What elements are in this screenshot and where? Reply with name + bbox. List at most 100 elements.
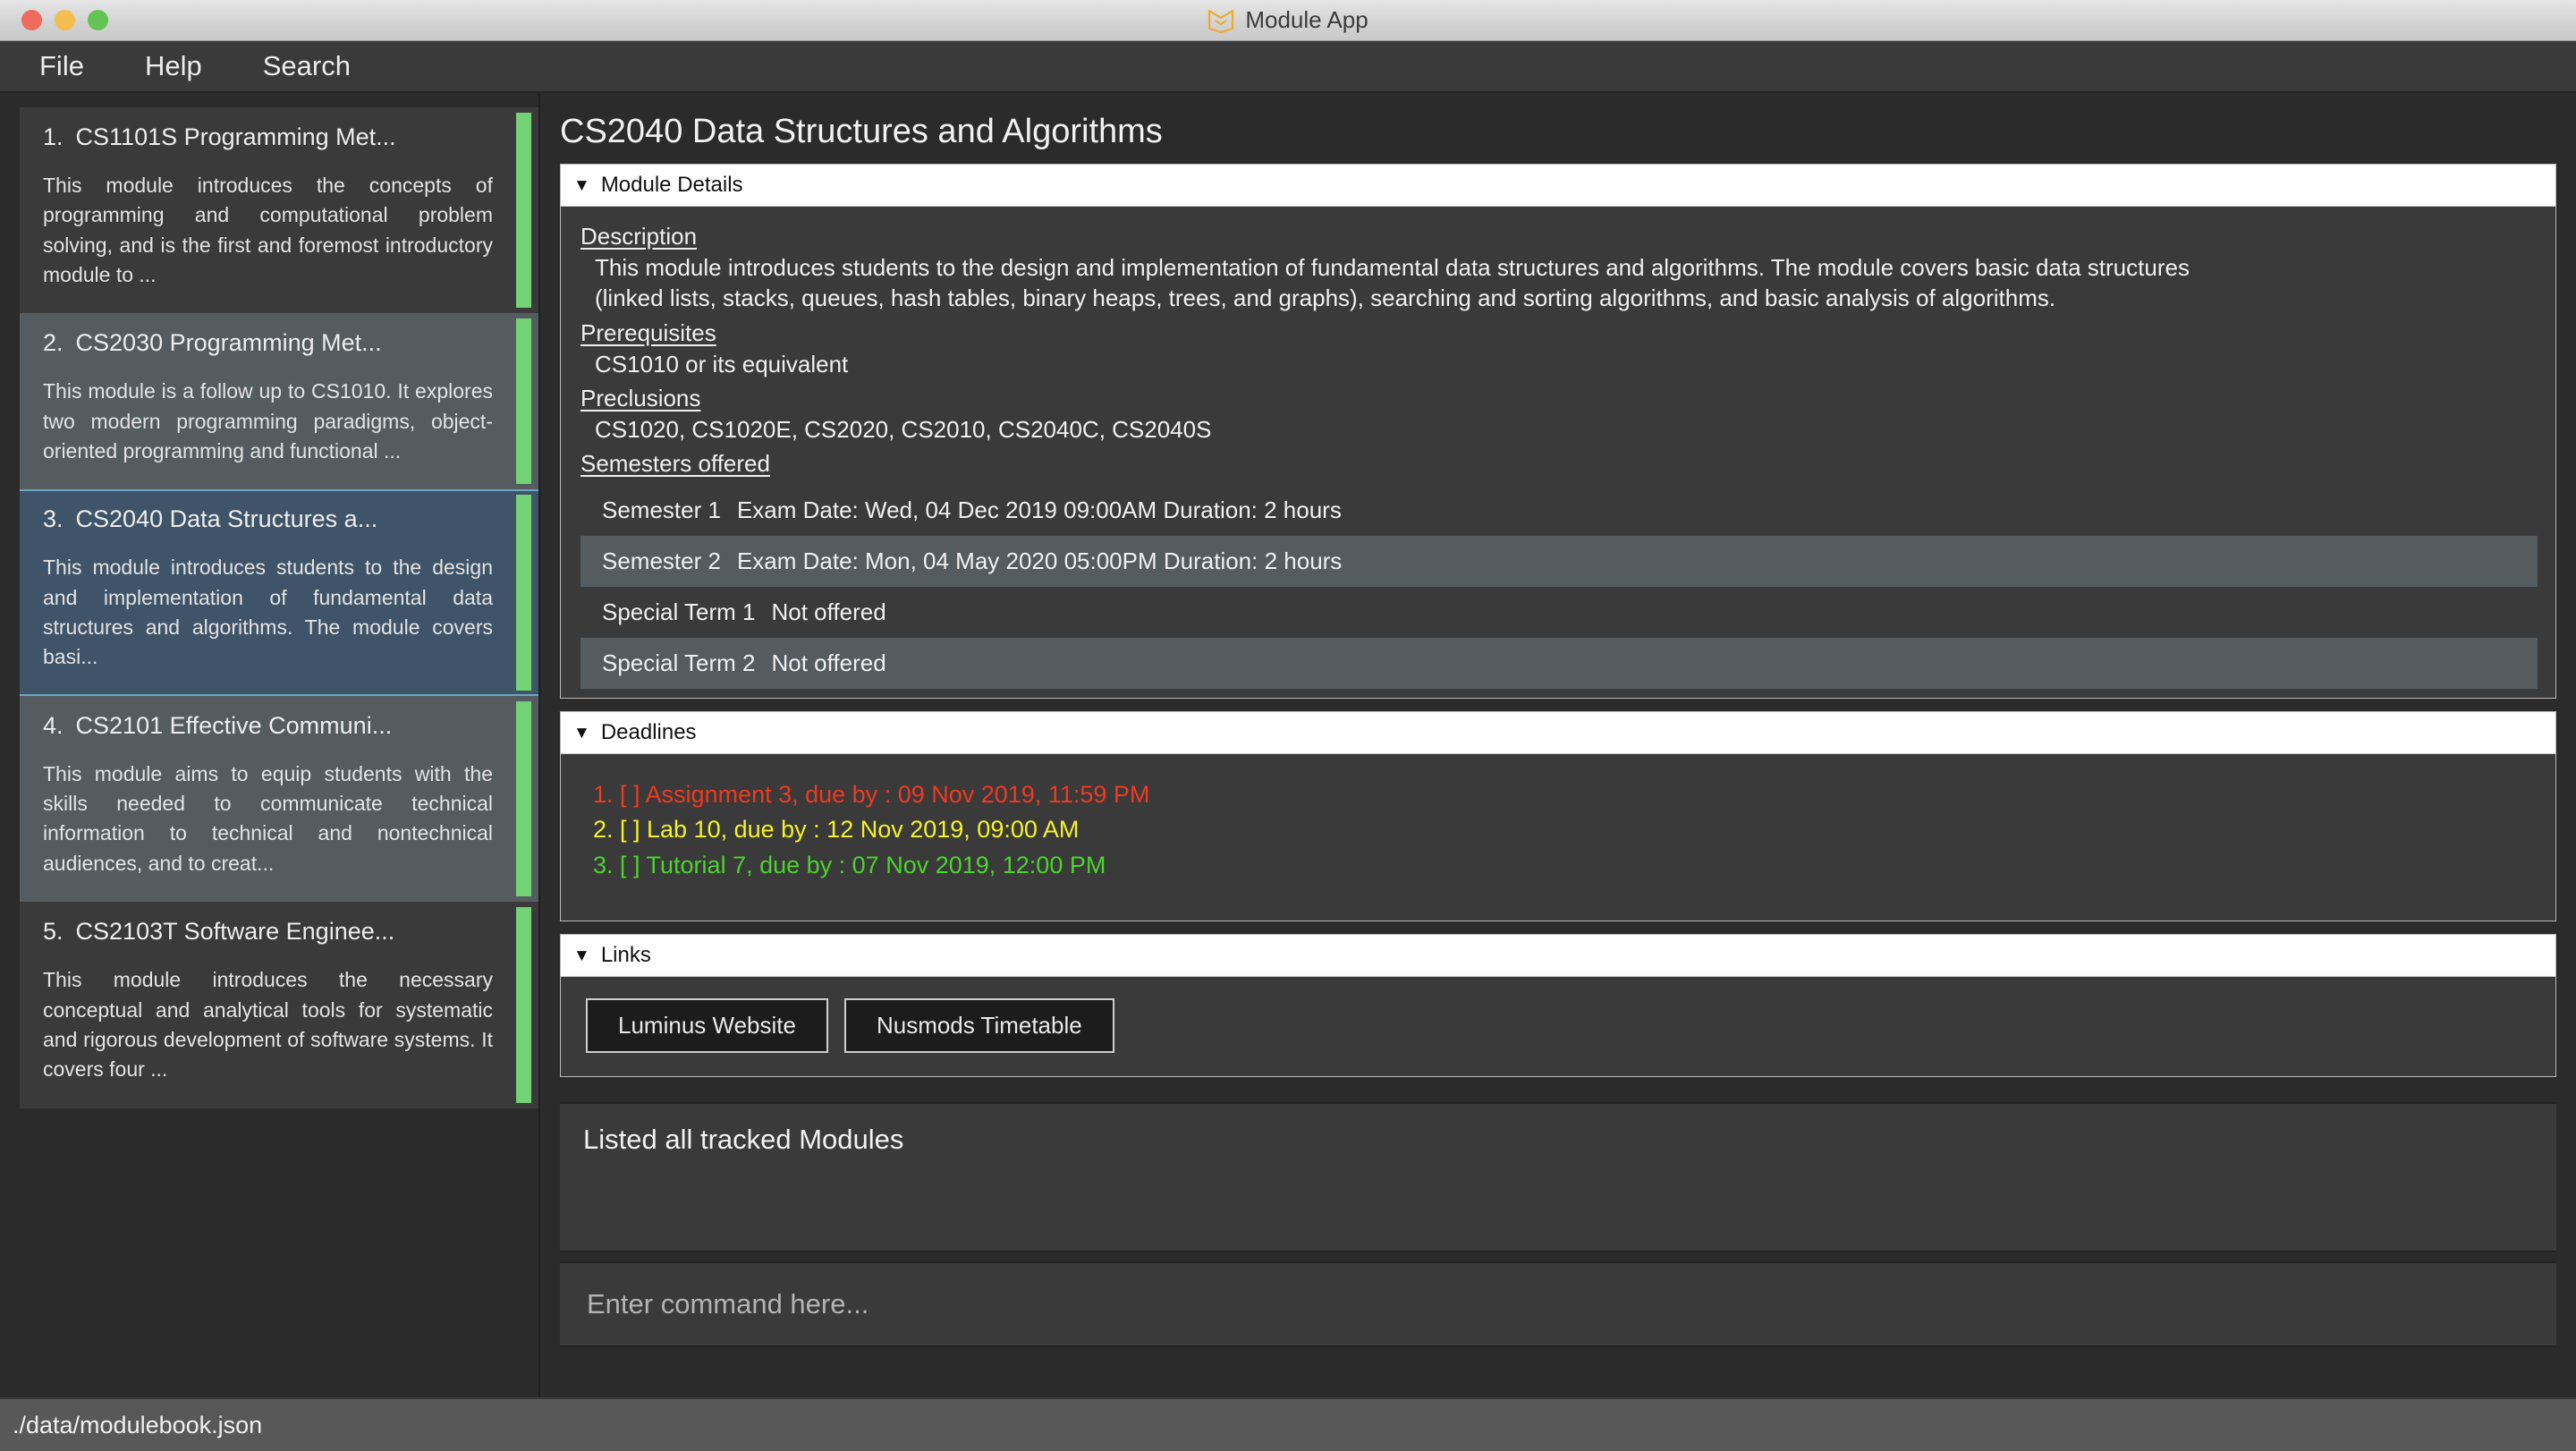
luminus-website-button[interactable]: Luminus Website: [586, 998, 828, 1053]
module-index: 3.: [43, 505, 64, 532]
scrollbar-thumb[interactable]: [516, 113, 531, 308]
module-list-panel[interactable]: 1. CS1101S Programming Met... This module…: [0, 93, 540, 1397]
semester-name: Special Term 2: [602, 649, 756, 676]
scrollbar-thumb[interactable]: [516, 907, 531, 1102]
menu-item-file[interactable]: File: [30, 47, 93, 86]
status-bar: ./data/modulebook.json: [0, 1397, 2576, 1451]
preclusions-text: CS1020, CS1020E, CS2020, CS2010, CS2040C…: [580, 414, 2538, 445]
module-name: CS2040 Data Structures a...: [76, 505, 378, 532]
nusmods-timetable-button[interactable]: Nusmods Timetable: [844, 998, 1114, 1053]
triangle-down-icon[interactable]: ▼: [573, 177, 590, 194]
window-controls: [0, 10, 108, 30]
module-card-body: 4. CS2101 Effective Communi... This modul…: [20, 698, 516, 900]
close-button[interactable]: [21, 10, 42, 30]
module-description: This module is a follow up to CS1010. It…: [43, 377, 493, 466]
deadlines-section: ▼ Deadlines 1. [ ] Assignment 3, due by …: [560, 711, 2556, 921]
menu-bar: File Help Search: [0, 41, 2576, 93]
semester-detail: Not offered: [772, 598, 886, 625]
description-text: This module introduces students to the d…: [580, 252, 2538, 314]
module-details-body: Description This module introduces stude…: [561, 207, 2555, 698]
module-name: CS1101S Programming Met...: [76, 123, 396, 150]
semester-row: Semester 2 Exam Date: Mon, 04 May 2020 05…: [580, 536, 2538, 587]
module-card-body: 2. CS2030 Programming Met... This module …: [20, 315, 516, 488]
module-list: 1. CS1101S Programming Met... This module…: [20, 107, 538, 1108]
module-card-body: 5. CS2103T Software Enginee... This modul…: [20, 904, 516, 1106]
app-window: Module App File Help Search 1. CS1101S Pr…: [0, 0, 2576, 1451]
book-icon: [1208, 8, 1234, 33]
module-detail-panel: CS2040 Data Structures and Algorithms ▼ …: [540, 93, 2576, 1397]
module-description: This module introduces the concepts of p…: [43, 171, 493, 290]
module-card-body: 3. CS2040 Data Structures a... This modul…: [20, 491, 516, 693]
body-split: 1. CS1101S Programming Met... This module…: [0, 93, 2576, 1397]
module-card-body: 1. CS1101S Programming Met... This module…: [20, 109, 516, 311]
scrollbar-thumb[interactable]: [516, 701, 531, 896]
links-section: ▼ Links Luminus Website Nusmods Timetabl…: [560, 934, 2556, 1077]
semester-row: Special Term 1 Not offered: [580, 587, 2538, 638]
module-title: 5. CS2103T Software Enginee...: [43, 918, 493, 946]
window-title: Module App: [1245, 6, 1368, 34]
semester-detail: Not offered: [772, 649, 886, 676]
command-input[interactable]: [587, 1288, 2529, 1320]
module-index: 2.: [43, 329, 64, 356]
section-stack: ▼ Module Details Description This module…: [540, 164, 2576, 1090]
status-file-path: ./data/modulebook.json: [13, 1412, 262, 1439]
triangle-down-icon[interactable]: ▼: [573, 725, 590, 742]
prerequisites-text: CS1010 or its equivalent: [580, 349, 2538, 379]
module-index: 4.: [43, 712, 64, 739]
minimize-button[interactable]: [55, 10, 75, 30]
module-title: 4. CS2101 Effective Communi...: [43, 712, 493, 740]
module-name: CS2030 Programming Met...: [76, 329, 382, 356]
links-header[interactable]: ▼ Links: [561, 935, 2555, 977]
module-index: 5.: [43, 918, 64, 945]
title-bar: Module App: [0, 0, 2576, 41]
scrollbar-thumb[interactable]: [516, 318, 531, 484]
semester-rows: Semester 1Exam Date: Wed, 04 Dec 2019 09…: [580, 485, 2538, 689]
scrollbar-thumb[interactable]: [516, 495, 531, 690]
list-item-selected[interactable]: 3. CS2040 Data Structures a... This modul…: [20, 489, 538, 695]
module-header: CS2040 Data Structures and Algorithms: [540, 93, 2576, 164]
semester-detail: Exam Date: Mon, 04 May 2020 05:00PM Dura…: [737, 547, 1342, 574]
window-title-group: Module App: [0, 0, 2576, 40]
command-box[interactable]: [560, 1261, 2556, 1347]
menu-item-help[interactable]: Help: [136, 47, 211, 86]
semesters-offered-heading: Semesters offered: [580, 450, 2538, 478]
deadlines-title: Deadlines: [601, 720, 697, 745]
module-title: 1. CS1101S Programming Met...: [43, 123, 493, 151]
module-name: CS2103T Software Enginee...: [76, 918, 395, 945]
page-title: CS2040 Data Structures and Algorithms: [560, 113, 2576, 151]
result-display: Listed all tracked Modules: [560, 1102, 2556, 1252]
list-item[interactable]: 1. CS1101S Programming Met... This module…: [20, 107, 538, 313]
module-description: This module introduces students to the d…: [43, 553, 493, 672]
module-index: 1.: [43, 123, 64, 150]
preclusions-heading: Preclusions: [580, 385, 2538, 412]
deadlines-body: 1. [ ] Assignment 3, due by : 09 Nov 201…: [561, 754, 2555, 921]
description-heading: Description: [580, 223, 2538, 250]
semester-row: Special Term 2 Not offered: [580, 638, 2538, 689]
links-title: Links: [601, 943, 651, 968]
deadline-item[interactable]: 2. [ ] Lab 10, due by : 12 Nov 2019, 09:…: [593, 812, 2530, 847]
prerequisites-heading: Prerequisites: [580, 319, 2538, 347]
module-details-section: ▼ Module Details Description This module…: [560, 164, 2556, 699]
semester-detail: Exam Date: Wed, 04 Dec 2019 09:00AM Dura…: [737, 496, 1342, 523]
module-title: 3. CS2040 Data Structures a...: [43, 505, 493, 533]
list-item[interactable]: 4. CS2101 Effective Communi... This modul…: [20, 696, 538, 902]
triangle-down-icon[interactable]: ▼: [573, 947, 590, 964]
list-item[interactable]: 5. CS2103T Software Enginee... This modul…: [20, 902, 538, 1107]
module-description: This module aims to equip students with …: [43, 759, 493, 878]
zoom-button[interactable]: [88, 10, 108, 30]
module-details-title: Module Details: [601, 173, 743, 198]
semester-row: Semester 1Exam Date: Wed, 04 Dec 2019 09…: [580, 485, 2538, 536]
semester-name: Special Term 1: [602, 598, 756, 625]
links-body: Luminus Website Nusmods Timetable: [561, 977, 2555, 1076]
deadline-item[interactable]: 3. [ ] Tutorial 7, due by : 07 Nov 2019,…: [593, 848, 2530, 883]
module-description: This module introduces the necessary con…: [43, 965, 493, 1084]
menu-item-search[interactable]: Search: [254, 47, 360, 86]
list-item[interactable]: 2. CS2030 Programming Met... This module …: [20, 313, 538, 489]
result-text: Listed all tracked Modules: [583, 1124, 2533, 1156]
deadline-item[interactable]: 1. [ ] Assignment 3, due by : 09 Nov 201…: [593, 777, 2530, 812]
semester-name: Semester 2: [602, 547, 721, 574]
module-title: 2. CS2030 Programming Met...: [43, 329, 493, 357]
deadlines-header[interactable]: ▼ Deadlines: [561, 712, 2555, 754]
module-name: CS2101 Effective Communi...: [76, 712, 393, 739]
module-details-header[interactable]: ▼ Module Details: [561, 165, 2555, 207]
